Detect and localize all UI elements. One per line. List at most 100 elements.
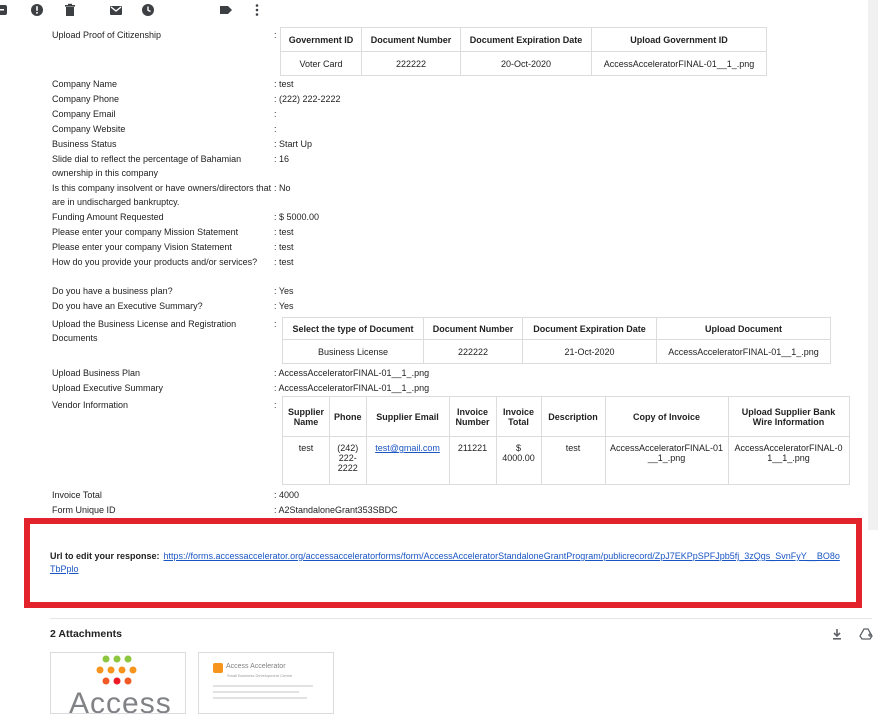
license-table: Select the type of Document Document Num… — [282, 317, 831, 364]
vendor-table: Supplier Name Phone Supplier Email Invoi… — [282, 396, 850, 485]
email-body: Upload Proof of Citizenship : Government… — [0, 20, 868, 530]
table-header: Select the type of Document — [282, 317, 424, 340]
table-cell: 20-Oct-2020 — [460, 51, 592, 76]
more-icon[interactable] — [250, 3, 264, 17]
add-to-drive-icon[interactable] — [859, 627, 873, 641]
table-header: Supplier Name — [282, 396, 330, 437]
download-all-icon[interactable] — [830, 627, 844, 641]
delete-icon[interactable] — [63, 3, 77, 17]
supplier-email-link[interactable]: test@gmail.com — [365, 436, 450, 485]
label-icon[interactable] — [219, 3, 233, 17]
table-cell: $ 4000.00 — [495, 436, 542, 485]
table-header-row: Supplier Name Phone Supplier Email Invoi… — [282, 396, 850, 437]
archive-icon[interactable] — [0, 3, 8, 17]
field-separator: : — [274, 319, 277, 329]
table-header: Upload Supplier Bank Wire Information — [727, 396, 850, 437]
field-label: Upload Executive Summary — [52, 383, 164, 393]
field-label: Do you have an Executive Summary? — [52, 301, 203, 311]
field-label: Please enter your company Mission Statem… — [52, 227, 239, 237]
field-label: Company Website — [52, 124, 126, 134]
table-cell: test — [540, 436, 606, 485]
field-value: : A2StandaloneGrant353SBDC — [274, 505, 398, 515]
edit-response-link[interactable]: Url to edit your response: https://forms.… — [50, 550, 840, 576]
thumb-logo-text: Access Accelerator — [226, 663, 286, 670]
table-row: Voter Card 222222 20-Oct-2020 AccessAcce… — [280, 51, 767, 76]
table-header: Document Number — [423, 317, 523, 340]
field-label: Slide dial to reflect the percentage of … — [52, 154, 242, 178]
table-header: Document Number — [361, 27, 461, 52]
field-label: How do you provide your products and/or … — [52, 257, 258, 267]
table-cell: Voter Card — [280, 51, 362, 76]
field-label: Upload Proof of Citizenship — [52, 30, 162, 40]
thumb-sub-text: Small Business Development Centre — [227, 673, 293, 678]
table-header: Document Expiration Date — [460, 27, 592, 52]
field-value: : test — [274, 79, 294, 89]
field-value: : — [274, 124, 277, 134]
field-label: Upload Business Plan — [52, 368, 141, 378]
field-label: Form Unique ID — [52, 505, 116, 515]
table-cell: 222222 — [361, 51, 461, 76]
field-value: : Yes — [274, 286, 294, 296]
table-header: Description — [540, 396, 606, 437]
field-label: Company Phone — [52, 94, 120, 104]
field-label: Please enter your company Vision Stateme… — [52, 242, 232, 252]
thumb-line — [213, 691, 299, 693]
field-label: Invoice Total — [52, 490, 102, 500]
field-separator: : — [274, 30, 277, 40]
table-row: Business License 222222 21-Oct-2020 Acce… — [282, 339, 831, 364]
edit-url-highlight: Url to edit your response: https://forms.… — [24, 518, 862, 608]
attachments-title: 2 Attachments — [50, 628, 122, 640]
edit-url[interactable]: https://forms.accessaccelerator.org/acce… — [50, 551, 840, 574]
field-value: : test — [274, 227, 294, 237]
table-header: Document Expiration Date — [522, 317, 657, 340]
attachment-thumbnail[interactable]: Access Accelerator Small Business Develo… — [198, 652, 334, 714]
field-value: : AccessAcceleratorFINAL-01__1_.png — [274, 368, 430, 378]
table-cell: Business License — [282, 339, 424, 364]
field-separator: : — [274, 400, 277, 410]
mark-unread-icon[interactable] — [109, 3, 123, 17]
table-cell: test — [282, 436, 330, 485]
table-header: Phone — [329, 396, 367, 437]
field-label: Do you have a business plan? — [52, 286, 173, 296]
table-header: Government ID — [280, 27, 362, 52]
table-cell: AccessAcceleratorFINAL-01__1_.png — [604, 436, 729, 485]
thumb-line — [213, 685, 313, 687]
field-value: : 4000 — [274, 490, 300, 500]
field-value: : test — [274, 242, 294, 252]
table-cell: AccessAcceleratorFINAL-01__1_.png — [656, 339, 831, 364]
field-label: Is this company insolvent or have owners… — [52, 183, 272, 207]
table-header: Invoice Number — [448, 396, 497, 437]
small-logo-icon — [213, 663, 223, 673]
citizenship-table: Government ID Document Number Document E… — [280, 27, 767, 76]
thumb-text: Access — [69, 687, 172, 714]
field-value: : 16 — [274, 154, 290, 164]
field-value: : No — [274, 183, 291, 193]
thumb-line — [213, 697, 307, 699]
edit-url-label: Url to edit your response: — [50, 551, 160, 561]
field-value: : — [274, 109, 277, 119]
field-label: Company Email — [52, 109, 116, 119]
table-header: Upload Government ID — [591, 27, 767, 52]
field-label: Upload the Business License and Registra… — [52, 319, 237, 343]
field-label: Funding Amount Requested — [52, 212, 164, 222]
field-value: : $ 5000.00 — [274, 212, 320, 222]
table-header: Copy of Invoice — [604, 396, 729, 437]
attachments-divider — [50, 618, 872, 619]
table-cell: 211221 — [448, 436, 497, 485]
table-header: Supplier Email — [365, 396, 450, 437]
field-value: : Yes — [274, 301, 294, 311]
snooze-icon[interactable] — [141, 3, 155, 17]
scrollbar-track[interactable] — [868, 0, 878, 530]
email-toolbar — [0, 0, 878, 20]
table-header-row: Select the type of Document Document Num… — [282, 317, 831, 340]
table-cell: AccessAcceleratorFINAL-01__1_.png — [591, 51, 767, 76]
field-value: : AccessAcceleratorFINAL-01__1_.png — [274, 383, 430, 393]
report-spam-icon[interactable] — [30, 3, 44, 17]
table-cell: (242) 222-2222 — [329, 436, 367, 485]
attachment-thumbnail[interactable]: Access — [50, 652, 186, 714]
table-cell: 21-Oct-2020 — [522, 339, 657, 364]
field-label: Company Name — [52, 79, 118, 89]
field-value: : Start Up — [274, 139, 313, 149]
table-header: Invoice Total — [495, 396, 542, 437]
field-label: Business Status — [52, 139, 117, 149]
